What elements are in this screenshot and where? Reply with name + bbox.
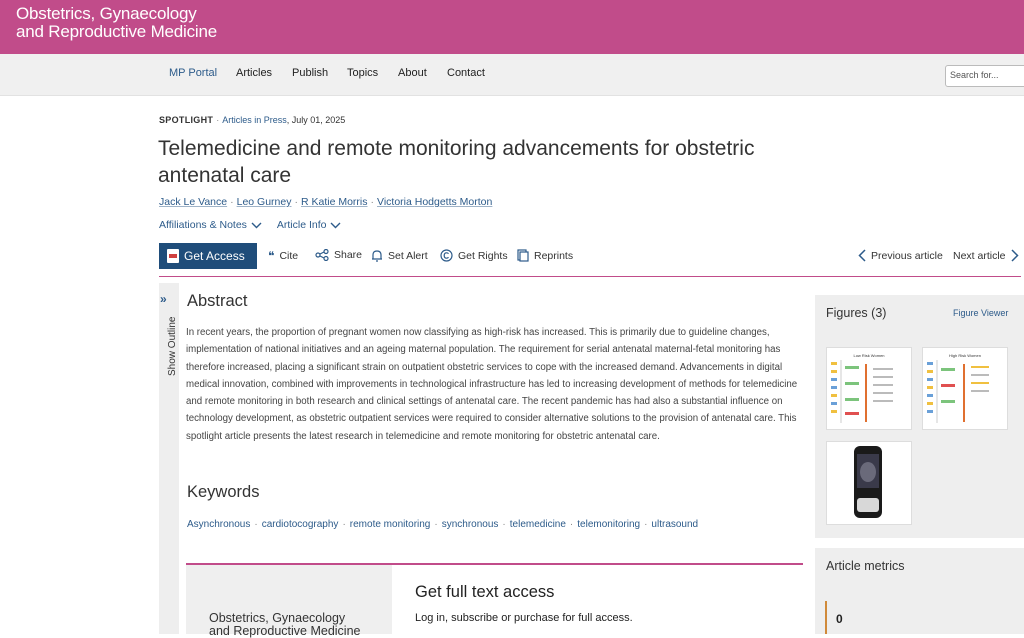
reprints-button[interactable]: Reprints bbox=[517, 249, 573, 262]
journal-banner: Obstetrics, Gynaecology and Reproductive… bbox=[0, 0, 1024, 54]
nav-articles[interactable]: Articles bbox=[236, 67, 272, 79]
keyword-list: Asynchronous · cardiotocography · remote mon… bbox=[187, 519, 699, 530]
journal-title-line2: and Reproductive Medicine bbox=[16, 22, 218, 41]
affiliations-label: Affiliations & Notes bbox=[159, 219, 247, 231]
next-article-label: Next article bbox=[953, 249, 1006, 262]
journal-title[interactable]: Obstetrics, Gynaecology and Reproductive… bbox=[16, 5, 217, 41]
article-date: , July 01, 2025 bbox=[286, 115, 346, 125]
author-list: Jack Le Vance · Leo Gurney · R Katie Morris ·… bbox=[159, 196, 493, 208]
chevron-down-icon bbox=[330, 222, 341, 228]
set-alert-button[interactable]: Set Alert bbox=[371, 249, 428, 262]
cite-button[interactable]: ❝ Cite bbox=[268, 249, 298, 263]
author-link[interactable]: Victoria Hodgetts Morton bbox=[377, 196, 492, 208]
get-access-label: Get Access bbox=[184, 249, 245, 263]
svg-text:High Risk Women: High Risk Women bbox=[949, 353, 981, 358]
article-type: SPOTLIGHT bbox=[159, 115, 214, 125]
keyword-link[interactable]: synchronous bbox=[442, 519, 499, 530]
figure-thumbnail[interactable]: High Risk Women bbox=[922, 347, 1008, 430]
nav-publish[interactable]: Publish bbox=[292, 67, 328, 79]
double-chevron-right-icon[interactable]: » bbox=[160, 292, 167, 306]
get-access-button[interactable]: Get Access bbox=[159, 243, 257, 269]
share-button[interactable]: Share bbox=[315, 249, 362, 261]
article-meta: SPOTLIGHT · Articles in Press, July 01, 20… bbox=[159, 115, 346, 125]
metrics-value: 0 bbox=[836, 612, 843, 626]
nav-mp-portal[interactable]: MP Portal bbox=[169, 67, 217, 79]
figure-thumbnail[interactable]: Low Risk Women bbox=[826, 347, 912, 430]
monitoring-device-image bbox=[854, 446, 882, 518]
get-rights-label: Get Rights bbox=[458, 249, 508, 262]
keyword-link[interactable]: telemonitoring bbox=[577, 519, 640, 530]
author-link[interactable]: R Katie Morris bbox=[301, 196, 368, 208]
reprints-label: Reprints bbox=[534, 249, 574, 262]
nav-contact[interactable]: Contact bbox=[447, 67, 485, 79]
author-link[interactable]: Leo Gurney bbox=[237, 196, 292, 208]
chevron-left-icon bbox=[858, 249, 866, 262]
article-title: Telemedicine and remote monitoring advan… bbox=[158, 137, 755, 187]
keyword-link[interactable]: telemedicine bbox=[510, 519, 566, 530]
access-subtitle: Log in, subscribe or purchase for full a… bbox=[415, 612, 633, 624]
nav-topics[interactable]: Topics bbox=[347, 67, 378, 79]
author-link[interactable]: Jack Le Vance bbox=[159, 196, 227, 208]
bell-icon bbox=[372, 250, 382, 262]
metrics-heading: Article metrics bbox=[826, 559, 905, 573]
abstract-heading: Abstract bbox=[187, 292, 248, 310]
journal-logo-line2: and Reproductive Medicine bbox=[209, 624, 361, 638]
toolbar-divider bbox=[159, 276, 1021, 277]
cite-label: Cite bbox=[279, 250, 299, 262]
affiliations-toggle[interactable]: Affiliations & Notes bbox=[159, 219, 262, 231]
keyword-link[interactable]: remote monitoring bbox=[350, 519, 431, 530]
copyright-icon bbox=[440, 249, 453, 262]
previous-article-link[interactable]: Previous article bbox=[858, 249, 943, 262]
keyword-link[interactable]: cardiotocography bbox=[262, 519, 339, 530]
keyword-link[interactable]: ultrasound bbox=[651, 519, 698, 530]
next-article-link[interactable]: Next article bbox=[953, 249, 1019, 262]
journal-title-line1: Obstetrics, Gynaecology bbox=[16, 4, 197, 23]
set-alert-label: Set Alert bbox=[388, 249, 428, 262]
figures-heading: Figures (3) bbox=[826, 306, 887, 320]
articles-in-press-link[interactable]: Articles in Press bbox=[222, 115, 287, 125]
info-toggles: Affiliations & Notes Article Info bbox=[159, 219, 353, 231]
nav-about[interactable]: About bbox=[398, 67, 427, 79]
chevron-right-icon bbox=[1010, 249, 1019, 262]
search-input[interactable]: Search for... bbox=[945, 65, 1024, 87]
article-info-label: Article Info bbox=[276, 219, 327, 231]
figure-thumbnail[interactable] bbox=[826, 441, 912, 525]
main-nav: MP Portal Articles Publish Topics About … bbox=[0, 54, 1024, 96]
access-title: Get full text access bbox=[415, 583, 555, 601]
flowchart-thumbnail-image: Low Risk Women bbox=[831, 353, 893, 423]
share-label: Share bbox=[334, 249, 363, 261]
keywords-heading: Keywords bbox=[187, 483, 260, 501]
chevron-down-icon bbox=[251, 222, 262, 228]
keyword-link[interactable]: Asynchronous bbox=[187, 519, 250, 530]
article-info-toggle[interactable]: Article Info bbox=[277, 219, 342, 231]
figure-viewer-link[interactable]: Figure Viewer bbox=[953, 308, 1008, 318]
journal-logo: Obstetrics, Gynaecology and Reproductive… bbox=[209, 612, 360, 638]
quote-icon: ❝ bbox=[268, 249, 275, 263]
get-rights-button[interactable]: Get Rights bbox=[440, 249, 508, 262]
previous-article-label: Previous article bbox=[871, 249, 943, 262]
show-outline-label[interactable]: Show Outline bbox=[167, 317, 178, 376]
metrics-accent-bar bbox=[825, 601, 827, 634]
pdf-icon bbox=[167, 249, 179, 263]
flowchart-thumbnail-image: High Risk Women bbox=[927, 353, 989, 423]
abstract-text: In recent years, the proportion of pregn… bbox=[186, 327, 798, 442]
share-icon bbox=[315, 249, 329, 261]
svg-text:Low Risk Women: Low Risk Women bbox=[853, 353, 884, 358]
document-icon bbox=[517, 249, 529, 262]
